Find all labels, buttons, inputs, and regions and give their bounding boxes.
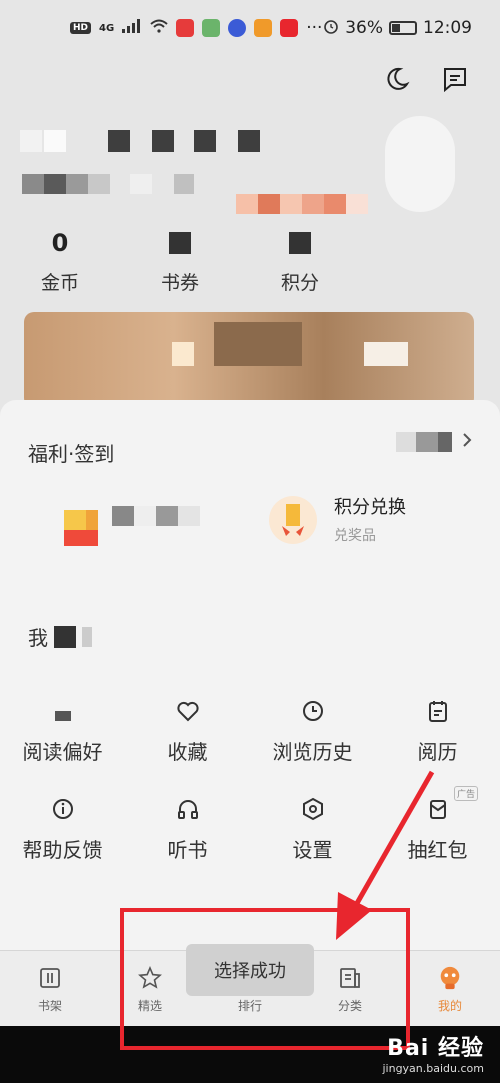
annotation-arrow <box>336 770 435 940</box>
watermark: Bai 经验 jingyan.baidu.com <box>382 1036 484 1075</box>
